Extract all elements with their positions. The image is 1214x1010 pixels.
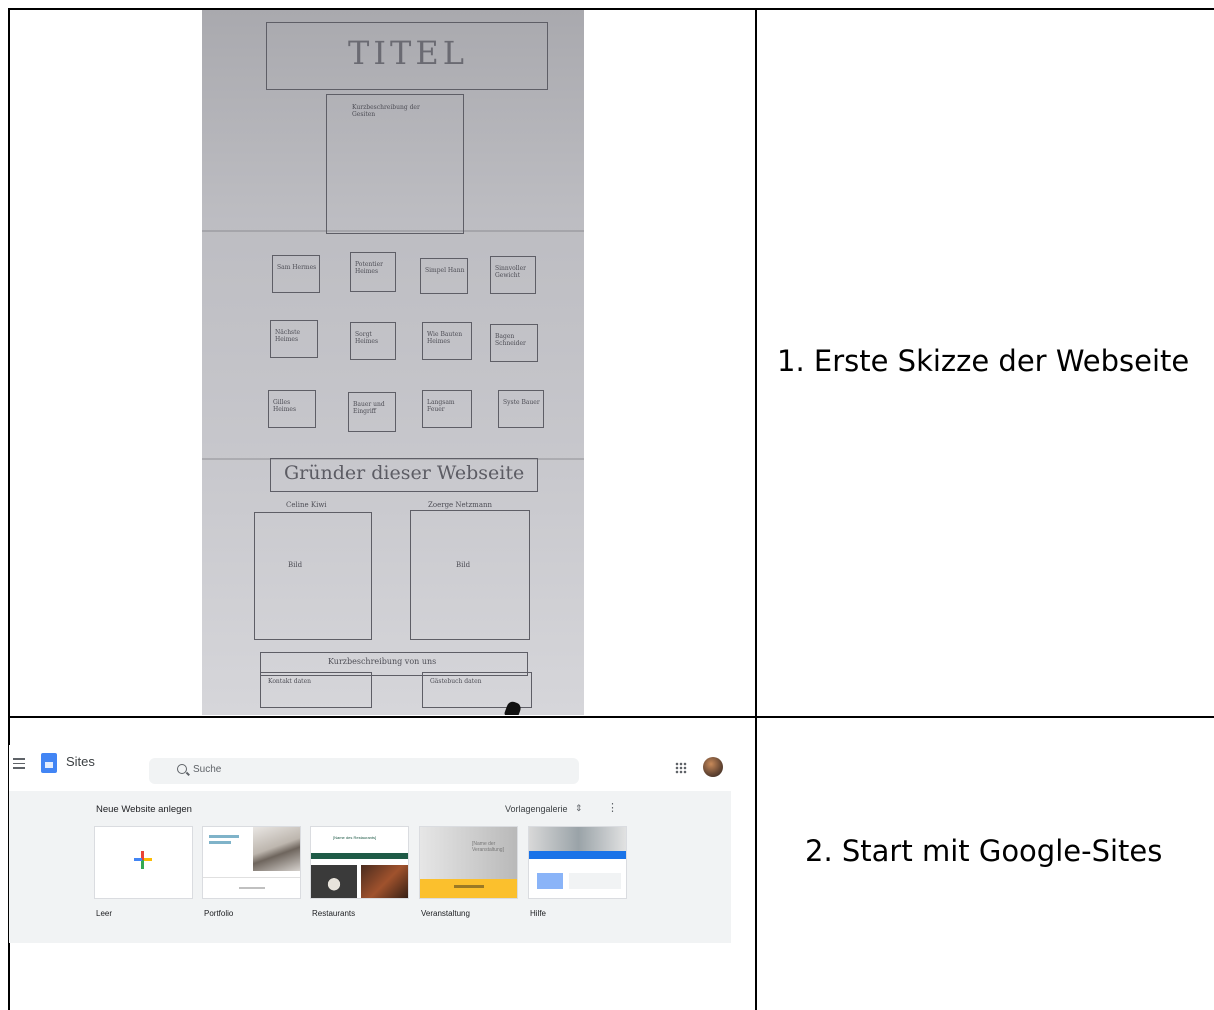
sketch-grid-box: Bauer und Eingriff [348, 392, 396, 432]
sketch-grid-box: Sinnvoller Gewicht [490, 256, 536, 294]
search-icon [177, 764, 187, 774]
avatar[interactable] [703, 757, 723, 777]
sketch-grid-box: Nächste Heimes [270, 320, 318, 358]
sketch-intro-text: Kurzbeschreibung der Gesiten [352, 104, 420, 118]
sketch-founders-heading: Gründer dieser Webseite [284, 462, 525, 484]
table-border-middle [755, 8, 757, 1010]
sketch-footer-left-text: Kontakt daten [268, 678, 311, 685]
sketch-grid-box: Syste Bauer [498, 390, 544, 428]
sites-top-bar: Sites Suche [9, 745, 731, 791]
sketch-footer-right-text: Gästebuch daten [430, 678, 482, 685]
google-sites-screenshot: Sites Suche Neue Website anlegen Vorlage… [9, 745, 731, 945]
row2-caption: 2. Start mit Google-Sites [805, 834, 1163, 868]
template-label: Portfolio [204, 909, 234, 918]
search-bar[interactable]: Suche [149, 758, 579, 784]
template-tile-portfolio[interactable] [202, 826, 301, 899]
template-tile-restaurants[interactable]: [Name des Restaurants] [310, 826, 409, 899]
template-tile-event[interactable]: [Name der Veranstaltung] [419, 826, 518, 899]
sketch-grid-box: Wie Bauten Heimes [422, 322, 472, 360]
plus-icon [134, 851, 152, 869]
template-label: Veranstaltung [421, 909, 470, 918]
table-border-top [8, 8, 1214, 10]
sites-app-title: Sites [66, 754, 95, 769]
sketch-title-text: TITEL [348, 34, 468, 72]
sketch-founder-name: Zoerge Netzmann [428, 501, 493, 509]
sketch-grid-box: Simpel Hann [420, 258, 468, 294]
new-site-heading: Neue Website anlegen [96, 804, 192, 815]
row1-caption: 1. Erste Skizze der Webseite [777, 344, 1190, 378]
template-gallery-toggle[interactable]: Vorlagengalerie [505, 804, 568, 814]
sketch-grid-box: Gilles Heimes [268, 390, 316, 428]
sketch-image-label: Bild [288, 561, 303, 569]
sketch-footer-bar-text: Kurzbeschreibung von uns [328, 657, 437, 666]
restaurant-preview-title: [Name des Restaurants] [333, 835, 377, 840]
apps-grid-icon[interactable] [675, 762, 687, 774]
sketch-founder-image-box [254, 512, 372, 640]
sketch-grid-box: Bagen Schneider [490, 324, 538, 362]
sketch-grid-box: Potentier Heimes [350, 252, 396, 292]
template-tile-help[interactable] [528, 826, 627, 899]
sketch-grid-box: Sorgt Heimes [350, 322, 396, 360]
sketch-photo: TITEL Kurzbeschreibung der Gesiten Sam H… [202, 10, 584, 715]
template-tile-blank[interactable] [94, 826, 193, 899]
table-border-row [8, 716, 1214, 718]
search-placeholder: Suche [193, 764, 222, 775]
sites-logo-icon [41, 753, 57, 773]
unfold-icon[interactable]: ⇕ [575, 803, 583, 814]
sketch-grid-box: Sam Hermes [272, 255, 320, 293]
menu-icon[interactable] [13, 758, 25, 772]
document-table: TITEL Kurzbeschreibung der Gesiten Sam H… [0, 0, 1214, 1010]
sketch-grid-box: Langsam Feuer [422, 390, 472, 428]
template-label: Restaurants [312, 909, 356, 918]
sketch-founder-name: Celine Kiwi [286, 501, 327, 509]
template-gallery: Neue Website anlegen Vorlagengalerie ⇕ ⋮… [9, 791, 731, 943]
sketch-image-label: Bild [456, 561, 471, 569]
sketch-founder-image-box [410, 510, 530, 640]
template-label: Hilfe [530, 909, 547, 918]
template-label: Leer [96, 909, 113, 918]
more-vert-icon[interactable]: ⋮ [607, 801, 618, 814]
event-preview-title: [Name der Veranstaltung] [472, 841, 504, 853]
